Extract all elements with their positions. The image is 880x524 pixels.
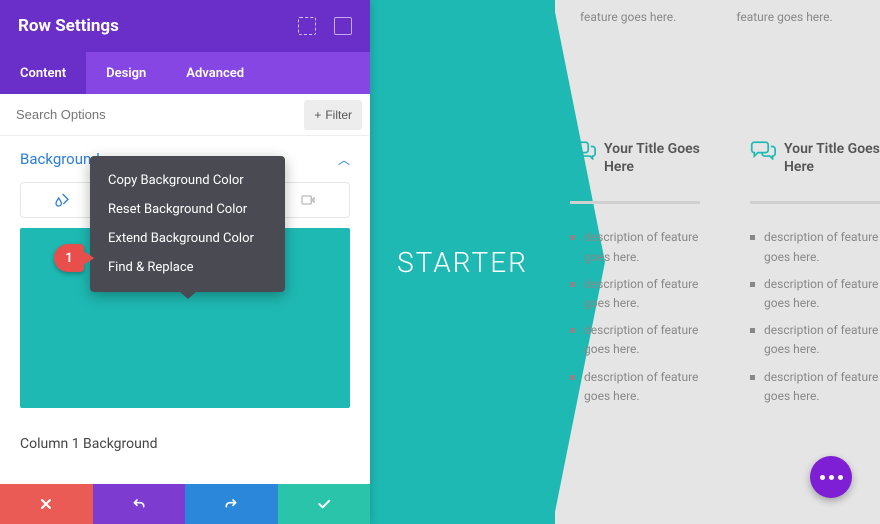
list-item: description of feature goes here. [750,364,880,410]
panel-action-bar [0,484,370,524]
chat-bubbles-icon [750,140,774,158]
feature-list: description of feature goes here. descri… [570,224,700,410]
expand-panel-icon[interactable] [334,17,352,35]
list-item: description of feature goes here. [570,224,700,270]
card-title: Your Title Goes Here [604,140,700,176]
list-item: description of feature goes here. [570,271,700,317]
feature-card: Your Title Goes Here description of feat… [570,140,700,410]
page-preview: STARTER feature goes here. feature goes … [370,0,880,524]
list-item: description of feature goes here. [750,224,880,270]
list-item: description of feature goes here. [750,271,880,317]
list-item: description of feature goes here. [570,317,700,363]
context-menu: Copy Background Color Reset Background C… [90,156,285,292]
tab-design[interactable]: Design [86,52,166,94]
panel-title: Row Settings [18,16,119,36]
tab-content[interactable]: Content [0,52,86,94]
feature-fragment: feature goes here. [736,10,832,24]
chat-bubbles-icon [570,140,594,158]
list-item: description of feature goes here. [750,317,880,363]
plan-name: STARTER [397,246,528,279]
chevron-up-icon: ︿ [338,151,350,168]
list-item: description of feature goes here. [570,364,700,410]
ctx-reset-bg-color[interactable]: Reset Background Color [90,195,285,224]
annotation-marker-1: 1 [54,244,84,272]
column-bg-label: Column 1 Background [20,436,350,452]
ctx-copy-bg-color[interactable]: Copy Background Color [90,166,285,195]
snap-guides-icon[interactable] [298,17,316,35]
feature-fragment: feature goes here. [580,10,676,24]
ctx-extend-bg-color[interactable]: Extend Background Color [90,224,285,253]
options-search-bar: + Filter [0,94,370,136]
ctx-find-replace[interactable]: Find & Replace [90,253,285,282]
builder-fab-button[interactable] [810,456,852,498]
plus-icon: + [314,108,321,122]
section-title: Background [20,150,100,168]
pricing-hero: STARTER [370,0,555,524]
discard-button[interactable] [0,484,93,524]
feature-list: description of feature goes here. descri… [750,224,880,410]
undo-button[interactable] [93,484,186,524]
search-input[interactable] [16,107,304,122]
filter-button[interactable]: + Filter [304,100,362,130]
redo-button[interactable] [185,484,278,524]
card-title: Your Title Goes Here [784,140,880,176]
save-button[interactable] [278,484,371,524]
feature-card: Your Title Goes Here description of feat… [750,140,880,410]
settings-panel: Row Settings Content Design Advanced + F… [0,0,370,524]
panel-tabs: Content Design Advanced [0,52,370,94]
tab-advanced[interactable]: Advanced [166,52,264,94]
panel-titlebar: Row Settings [0,0,370,52]
filter-label: Filter [325,108,352,122]
